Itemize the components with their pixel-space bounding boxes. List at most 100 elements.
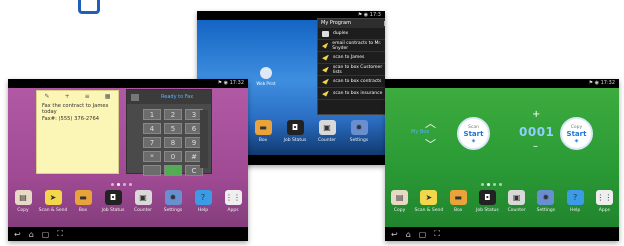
dock-label: Counter [507,208,526,213]
dock-label: Job Status [283,138,307,143]
grid-icon[interactable]: ▦ [105,93,111,100]
counter-icon: ▣ [508,190,526,205]
dock-item-counter[interactable]: ▣ Counter [502,190,531,213]
dock-item-counter[interactable]: ▣ Counter [311,120,343,143]
keypad-key[interactable]: 1 [143,109,161,120]
dock-item-settings[interactable]: ✹ Settings [158,190,188,213]
keypad-side-panel [200,110,208,168]
dock-item-apps[interactable]: ⋮⋮ Apps [218,190,248,213]
box-icon: ▬ [449,190,467,205]
dock-label: Job Status [476,208,499,213]
copy-start-button[interactable]: Copy Start ◈ [560,117,593,150]
start-icon: ◈ [471,138,476,144]
add-icon[interactable]: + [65,93,70,100]
plus-icon[interactable]: + [532,109,540,120]
dock-item-box[interactable]: ▬ Box [68,190,98,213]
copy-icon: ▤ [391,190,409,205]
recent-apps-icon[interactable]: ▢ [419,230,427,239]
scan-start-label: Start [463,130,484,138]
gear-icon: ✹ [537,190,555,205]
back-icon[interactable]: ↩ [391,230,398,239]
program-item-label: scan to box Customer lists [332,64,383,75]
keypad-key[interactable]: 0 [164,151,182,162]
page-dots [481,183,502,186]
program-item[interactable]: scan to box Customer lists [318,64,385,76]
scan-start-button[interactable]: Scan Start ◈ [457,117,490,150]
edit-icon[interactable]: ✎ [45,93,50,100]
program-item[interactable]: duplex [318,28,385,40]
program-item[interactable]: scan to box contracts [318,76,385,88]
keypad-key[interactable]: 4 [143,123,161,134]
program-item-label: scan to James [333,55,365,60]
home-icon[interactable]: ⌂ [29,230,34,239]
keypad-key[interactable] [164,165,182,176]
program-item-label: scan to box insurance [333,91,383,96]
program-item[interactable]: scan to James [318,52,385,64]
dock-item-counter[interactable]: ▣ Counter [128,190,158,213]
chevron-down-icon[interactable]: ﹀ [425,136,436,152]
keypad-key[interactable]: 5 [164,123,182,134]
dock-label: Scan & Send [414,208,444,213]
fax-icon [131,93,139,101]
dock-label: Job Status [101,208,125,213]
home-icon[interactable]: ⌂ [406,230,411,239]
grid-icon[interactable] [384,21,385,26]
job-status-icon: ◘ [478,190,496,205]
send-icon [322,90,329,97]
dock-label: Apps [598,208,610,213]
dock-item-help[interactable]: ? Help [188,190,218,213]
counter-icon: ▣ [318,120,336,135]
dock-item-help[interactable]: ? Help [561,190,590,213]
dock-right: ▤ Copy ➤ Scan & Send ▬ Box ◘ Job Status ▣ Counter… [385,190,619,213]
dock-item-job-status[interactable]: ◘ Job Status [473,190,502,213]
send-icon [322,42,329,49]
dock-item-job-status[interactable]: ◘ Job Status [98,190,128,213]
dock-item-job-status[interactable]: ◘ Job Status [279,120,311,143]
keypad-key[interactable]: * [143,151,161,162]
dock-item-box[interactable]: ▬ Box [247,120,279,143]
dock-item-apps[interactable]: ⋮⋮ Apps [590,190,619,213]
keypad-key[interactable] [143,165,161,176]
dock-item-settings[interactable]: ✹ Settings [343,120,375,143]
job-status-icon: ◘ [286,120,304,135]
program-item[interactable]: email contracts to Mr. Snyder [318,40,385,52]
dock-label: Box [78,208,88,213]
keypad-key[interactable]: 7 [143,137,161,148]
web-print-icon [260,67,272,79]
dock-item-copy[interactable]: ▤ Copy [385,190,414,213]
dock-item-scan-send[interactable]: ➤ Scan & Send [38,190,68,213]
box-icon: ▬ [254,120,272,135]
dock-label: Apps [227,208,239,213]
dock-item-scan-send[interactable]: ➤ Scan & Send [414,190,443,213]
apps-icon: ⋮⋮ [595,190,613,205]
help-icon: ? [566,190,584,205]
keypad-key[interactable]: 8 [164,137,182,148]
corner-badge-icon [78,0,100,14]
back-icon[interactable]: ↩ [14,230,21,239]
minus-icon[interactable]: – [533,141,538,152]
recent-apps-icon[interactable]: ▢ [42,230,50,239]
list-icon[interactable]: ≡ [85,93,90,100]
pink-home-screen: ⚑ ◉ 17:32 ✎ + ≡ ▦ Fax the contract to James… [8,79,248,241]
status-bar: ⚑ ◉ 17:32 [8,79,248,88]
dock-item-copy[interactable]: ▤ Copy [8,190,38,213]
screenshot-collage: ⚑ ◉ 17:3 Web Print My Program duplex emai… [0,0,624,246]
keypad-key[interactable]: 2 [164,109,182,120]
sticky-note-widget[interactable]: ✎ + ≡ ▦ Fax the contract to James today Fax#:… [36,90,119,174]
dock-label: Copy [393,208,406,213]
gear-icon: ✹ [350,120,368,135]
send-icon [322,54,329,61]
dock-item-settings[interactable]: ✹ Settings [531,190,560,213]
dock-label: Scan & Send [38,208,68,213]
nav-bar: ↩ ⌂ ▢ ⛶ [385,227,619,241]
nav-bar: ↩ ⌂ ▢ ⛶ [8,227,248,241]
dock-label: Box [453,208,463,213]
program-item[interactable]: scan to box insurance [318,88,385,100]
expand-icon[interactable]: ⛶ [434,229,440,239]
dock-mid: ▬ Box ◘ Job Status ▣ Counter ✹ Settings [247,120,375,143]
fax-keypad-widget: Ready to Fax 1 2 3 4 5 6 7 8 9 * 0 # C [126,89,212,176]
expand-icon[interactable]: ⛶ [57,229,63,239]
dock-item-box[interactable]: ▬ Box [444,190,473,213]
dock-label: Copy [17,208,29,213]
web-print-app[interactable]: Web Print [256,67,276,86]
